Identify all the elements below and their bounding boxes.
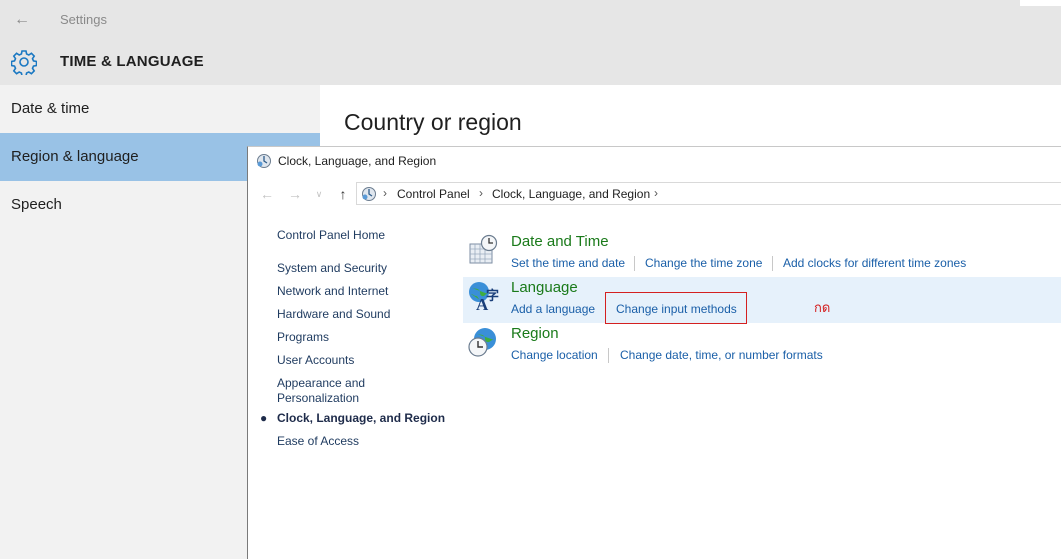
category-title-language[interactable]: Language [511, 279, 578, 296]
sidebar-item-label: Speech [11, 196, 62, 213]
nav-link-ease-of-access[interactable]: Ease of Access [277, 434, 359, 448]
set-time-date-link[interactable]: Set the time and date [511, 256, 625, 270]
category-language: A 字 Language Add a language Change input… [463, 277, 1061, 324]
link-divider [608, 348, 609, 363]
change-time-zone-link[interactable]: Change the time zone [645, 256, 762, 270]
settings-window-title: Settings [60, 12, 107, 27]
cp-left-navigation: Control Panel Home System and Security N… [248, 217, 458, 557]
control-panel-icon [362, 187, 376, 201]
category-title-region[interactable]: Region [511, 325, 559, 342]
sidebar-item-label: Region & language [11, 148, 139, 165]
page-title: TIME & LANGUAGE [60, 53, 204, 70]
current-bullet-icon: ● [260, 411, 268, 425]
category-title-date-time[interactable]: Date and Time [511, 233, 609, 250]
add-language-link[interactable]: Add a language [511, 302, 595, 316]
chevron-right-icon: › [383, 186, 387, 200]
cp-titlebar: Clock, Language, and Region [248, 147, 1061, 175]
settings-titlebar: ← Settings [0, 0, 1061, 40]
recent-dropdown-icon[interactable]: ∨ [310, 185, 328, 203]
titlebar-edge [1020, 0, 1061, 6]
breadcrumb-control-panel[interactable]: Control Panel [397, 187, 470, 201]
cp-window-title: Clock, Language, and Region [278, 154, 437, 168]
back-arrow-icon[interactable]: ← [14, 10, 34, 30]
nav-link-personalization[interactable]: Personalization [277, 391, 359, 405]
nav-link-clock-language-region: Clock, Language, and Region [277, 411, 446, 425]
link-divider [634, 256, 635, 271]
calendar-clock-icon [469, 234, 498, 264]
sidebar-item-date-time[interactable]: Date & time [0, 85, 320, 133]
control-panel-icon [257, 154, 271, 168]
annotation-text: กด [814, 300, 831, 315]
settings-header: TIME & LANGUAGE [0, 40, 1061, 85]
link-divider [772, 256, 773, 271]
nav-link-appearance[interactable]: Appearance and [277, 376, 365, 390]
svg-text:字: 字 [486, 288, 499, 303]
control-panel-window: Clock, Language, and Region ← → ∨ ↑ › Co… [247, 146, 1061, 559]
cp-home-link[interactable]: Control Panel Home [277, 228, 385, 242]
forward-icon[interactable]: → [286, 185, 304, 203]
language-globe-icon: A 字 [469, 282, 499, 312]
up-icon[interactable]: ↑ [334, 185, 352, 203]
nav-link-hardware-sound[interactable]: Hardware and Sound [277, 307, 390, 321]
chevron-right-icon: › [479, 186, 483, 200]
back-icon[interactable]: ← [258, 185, 276, 203]
nav-link-programs[interactable]: Programs [277, 330, 329, 344]
category-region: Region Change location Change date, time… [463, 323, 1061, 369]
highlight-box [605, 292, 747, 324]
breadcrumb-clock-language-region[interactable]: Clock, Language, and Region [492, 187, 650, 201]
change-formats-link[interactable]: Change date, time, or number formats [620, 348, 823, 362]
nav-link-user-accounts[interactable]: User Accounts [277, 353, 354, 367]
globe-clock-icon [468, 328, 496, 357]
section-heading: Country or region [344, 109, 522, 135]
add-clocks-link[interactable]: Add clocks for different time zones [783, 256, 966, 270]
sidebar-item-label: Date & time [11, 100, 90, 117]
cp-navigation-bar: ← → ∨ ↑ › Control Panel › Clock, Languag… [248, 180, 1061, 208]
gear-icon [11, 50, 37, 75]
category-date-time: Date and Time Set the time and date Chan… [463, 231, 1061, 277]
nav-link-network-internet[interactable]: Network and Internet [277, 284, 388, 298]
chevron-right-icon: › [654, 186, 658, 200]
nav-link-system-security[interactable]: System and Security [277, 261, 387, 275]
address-bar[interactable]: › Control Panel › Clock, Language, and R… [356, 182, 1061, 205]
change-location-link[interactable]: Change location [511, 348, 598, 362]
